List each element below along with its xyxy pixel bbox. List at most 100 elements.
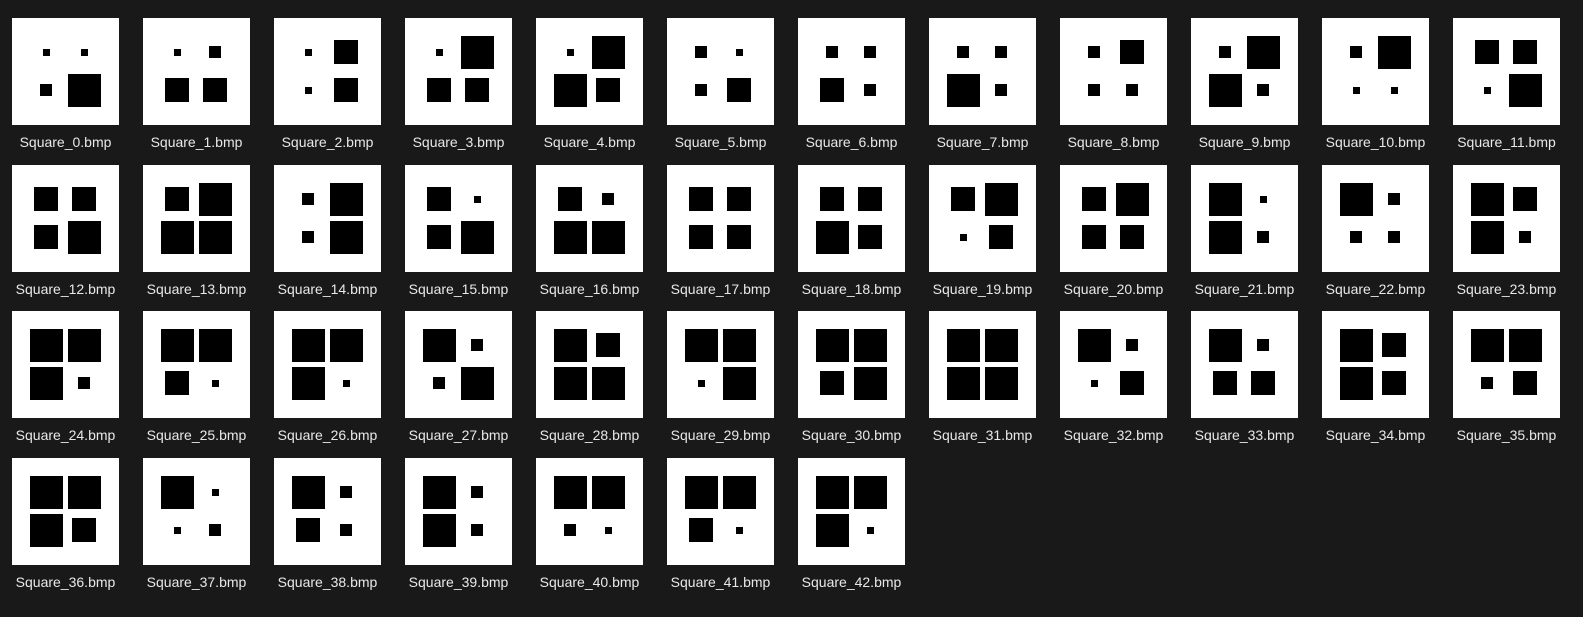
file-item[interactable]: Square_20.bmp (1048, 147, 1179, 297)
file-thumbnail[interactable] (1060, 18, 1167, 125)
file-thumbnail[interactable] (536, 458, 643, 565)
file-item[interactable]: Square_12.bmp (0, 147, 131, 297)
file-item[interactable]: Square_41.bmp (655, 440, 786, 590)
file-item[interactable]: Square_3.bmp (393, 0, 524, 150)
file-thumbnail[interactable] (12, 18, 119, 125)
file-thumbnail[interactable] (274, 18, 381, 125)
file-item[interactable]: Square_21.bmp (1179, 147, 1310, 297)
file-thumbnail[interactable] (536, 165, 643, 272)
file-item[interactable]: Square_30.bmp (786, 293, 917, 443)
thumbnail-square (853, 475, 887, 509)
thumbnail-square (304, 86, 312, 94)
file-thumbnail[interactable] (12, 458, 119, 565)
file-item[interactable]: Square_39.bmp (393, 440, 524, 590)
file-thumbnail[interactable] (536, 18, 643, 125)
file-thumbnail[interactable] (405, 311, 512, 418)
file-item[interactable]: Square_13.bmp (131, 147, 262, 297)
file-item[interactable]: Square_1.bmp (131, 0, 262, 150)
file-thumbnail[interactable] (405, 458, 512, 565)
file-item[interactable]: Square_2.bmp (262, 0, 393, 150)
file-item[interactable]: Square_6.bmp (786, 0, 917, 150)
file-thumbnail[interactable] (274, 458, 381, 565)
thumbnail-square (473, 195, 481, 203)
file-thumbnail[interactable] (929, 311, 1036, 418)
thumbnail-square (165, 187, 189, 211)
file-item[interactable]: Square_4.bmp (524, 0, 655, 150)
file-thumbnail[interactable] (405, 18, 512, 125)
file-item[interactable]: Square_34.bmp (1310, 293, 1441, 443)
thumbnail-square (864, 46, 876, 58)
file-item[interactable]: Square_19.bmp (917, 147, 1048, 297)
thumbnail-square (566, 48, 574, 56)
file-thumbnail[interactable] (143, 18, 250, 125)
file-item[interactable]: Square_27.bmp (393, 293, 524, 443)
file-item[interactable]: Square_9.bmp (1179, 0, 1310, 150)
file-item[interactable]: Square_28.bmp (524, 293, 655, 443)
file-thumbnail[interactable] (12, 311, 119, 418)
file-item[interactable]: Square_29.bmp (655, 293, 786, 443)
file-item[interactable]: Square_17.bmp (655, 147, 786, 297)
file-thumbnail[interactable] (143, 311, 250, 418)
file-item[interactable]: Square_33.bmp (1179, 293, 1310, 443)
file-thumbnail[interactable] (1322, 311, 1429, 418)
file-thumbnail[interactable] (667, 165, 774, 272)
file-item[interactable]: Square_8.bmp (1048, 0, 1179, 150)
file-thumbnail[interactable] (667, 311, 774, 418)
file-item[interactable]: Square_5.bmp (655, 0, 786, 150)
file-item[interactable]: Square_10.bmp (1310, 0, 1441, 150)
thumbnail-square (1208, 328, 1242, 362)
file-item[interactable]: Square_24.bmp (0, 293, 131, 443)
file-item[interactable]: Square_31.bmp (917, 293, 1048, 443)
thumbnail-square (1513, 40, 1537, 64)
file-thumbnail[interactable] (274, 165, 381, 272)
file-thumbnail[interactable] (1453, 18, 1560, 125)
file-thumbnail[interactable] (1060, 165, 1167, 272)
file-item[interactable]: Square_22.bmp (1310, 147, 1441, 297)
file-item[interactable]: Square_42.bmp (786, 440, 917, 590)
file-thumbnail[interactable] (12, 165, 119, 272)
thumbnail-square (460, 366, 494, 400)
file-item[interactable]: Square_26.bmp (262, 293, 393, 443)
file-item[interactable]: Square_7.bmp (917, 0, 1048, 150)
file-thumbnail[interactable] (405, 165, 512, 272)
file-thumbnail[interactable] (1060, 311, 1167, 418)
file-thumbnail[interactable] (1453, 311, 1560, 418)
thumbnail-square (866, 526, 874, 534)
file-item[interactable]: Square_11.bmp (1441, 0, 1572, 150)
file-thumbnail[interactable] (929, 165, 1036, 272)
file-thumbnail[interactable] (143, 458, 250, 565)
file-item[interactable]: Square_37.bmp (131, 440, 262, 590)
file-thumbnail[interactable] (798, 165, 905, 272)
file-item[interactable]: Square_15.bmp (393, 147, 524, 297)
file-thumbnail[interactable] (798, 458, 905, 565)
file-item[interactable]: Square_38.bmp (262, 440, 393, 590)
file-name: Square_34.bmp (1325, 427, 1426, 443)
file-name: Square_36.bmp (15, 574, 116, 590)
file-thumbnail[interactable] (798, 18, 905, 125)
file-thumbnail[interactable] (667, 18, 774, 125)
thumbnail-square (689, 187, 713, 211)
file-item[interactable]: Square_0.bmp (0, 0, 131, 150)
file-item[interactable]: Square_36.bmp (0, 440, 131, 590)
file-thumbnail[interactable] (1191, 18, 1298, 125)
file-item[interactable]: Square_16.bmp (524, 147, 655, 297)
file-item[interactable]: Square_18.bmp (786, 147, 917, 297)
file-thumbnail[interactable] (274, 311, 381, 418)
file-thumbnail[interactable] (667, 458, 774, 565)
file-thumbnail[interactable] (1191, 165, 1298, 272)
file-thumbnail[interactable] (143, 165, 250, 272)
file-thumbnail[interactable] (1322, 165, 1429, 272)
file-item[interactable]: Square_40.bmp (524, 440, 655, 590)
file-thumbnail[interactable] (1191, 311, 1298, 418)
file-item[interactable]: Square_35.bmp (1441, 293, 1572, 443)
file-thumbnail[interactable] (536, 311, 643, 418)
file-item[interactable]: Square_23.bmp (1441, 147, 1572, 297)
file-thumbnail[interactable] (1453, 165, 1560, 272)
file-item[interactable]: Square_25.bmp (131, 293, 262, 443)
file-thumbnail[interactable] (1322, 18, 1429, 125)
thumbnail-square (165, 371, 189, 395)
file-item[interactable]: Square_14.bmp (262, 147, 393, 297)
file-thumbnail[interactable] (798, 311, 905, 418)
file-item[interactable]: Square_32.bmp (1048, 293, 1179, 443)
file-thumbnail[interactable] (929, 18, 1036, 125)
